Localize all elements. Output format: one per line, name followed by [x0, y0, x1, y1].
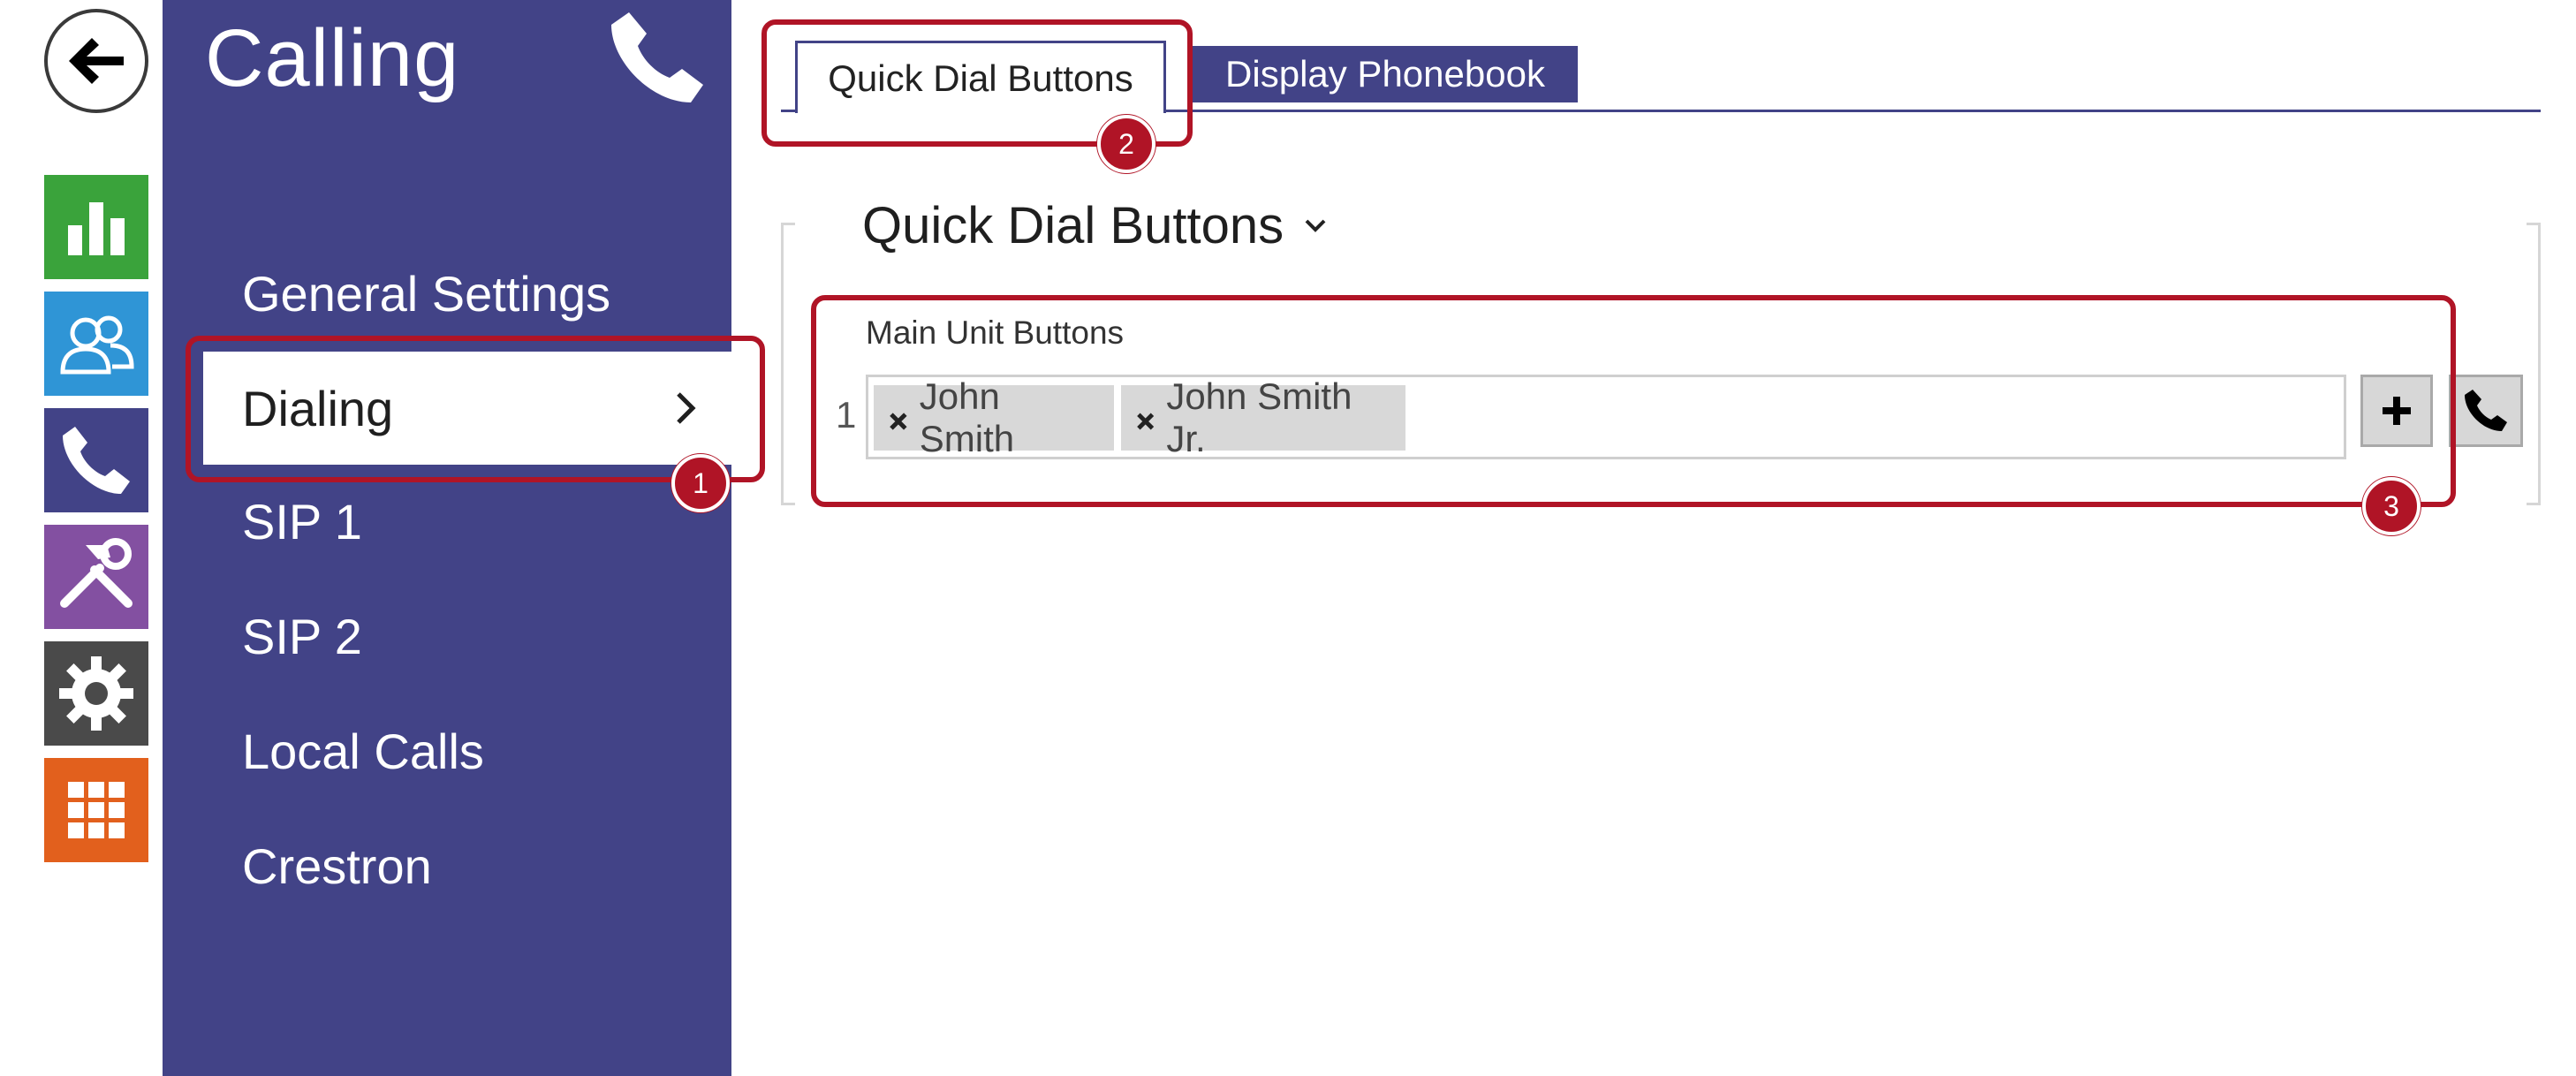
annotation-box: [811, 295, 2456, 507]
sidebar-item-label: General Settings: [242, 265, 611, 322]
annotation-badge: 1: [671, 454, 730, 512]
directory-nav-button[interactable]: [44, 292, 148, 396]
sidebar-item-label: SIP 1: [242, 493, 362, 549]
section-title: Quick Dial Buttons: [862, 197, 1284, 254]
phone-icon: [611, 12, 703, 102]
tab-display-phonebook[interactable]: Display Phonebook: [1193, 46, 1578, 102]
panel-border-left: [781, 223, 795, 505]
call-button[interactable]: [2449, 375, 2523, 447]
annotation-box: [186, 336, 765, 482]
sidebar-item-label: Local Calls: [242, 723, 484, 779]
sidebar-item-local-calls[interactable]: Local Calls: [163, 694, 731, 807]
section-header[interactable]: Quick Dial Buttons: [862, 196, 1328, 255]
sidebar-item-general-settings[interactable]: General Settings: [163, 237, 731, 350]
sidebar: Calling General Settings Dialing SIP 1 S…: [163, 0, 763, 1076]
status-nav-button[interactable]: [44, 175, 148, 279]
icon-rail: [0, 0, 163, 1076]
phone-icon: [63, 427, 130, 494]
sidebar-title: Calling: [205, 13, 460, 103]
sidebar-item-label: Crestron: [242, 837, 432, 894]
back-button[interactable]: [44, 9, 148, 113]
panel-border-right: [2527, 223, 2541, 505]
sidebar-item-crestron[interactable]: Crestron: [163, 809, 731, 922]
users-icon: [60, 315, 134, 375]
calling-nav-button[interactable]: [44, 408, 148, 512]
bar-chart-icon: [68, 202, 125, 255]
annotation-badge: 3: [2362, 477, 2421, 535]
sidebar-item-sip-2[interactable]: SIP 2: [163, 580, 731, 693]
apps-nav-button[interactable]: [44, 758, 148, 862]
tools-icon: [60, 538, 133, 608]
tools-nav-button[interactable]: [44, 525, 148, 629]
sidebar-item-label: SIP 2: [242, 608, 362, 664]
settings-nav-button[interactable]: [44, 641, 148, 746]
grid-icon: [68, 782, 125, 838]
chevron-down-icon: [1305, 219, 1326, 232]
phone-icon: [2465, 390, 2507, 431]
annotation-badge: 2: [1097, 115, 1155, 173]
gear-icon: [59, 656, 133, 731]
back-arrow-icon: [69, 38, 124, 84]
